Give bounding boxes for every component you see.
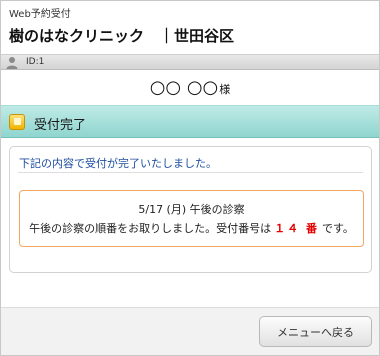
appointment-date: 5/17 (月) 午後の診察 [138, 203, 245, 216]
completion-message: 下記の内容で受付が完了いたしました。 [19, 157, 217, 170]
section-title: 受付完了 [34, 118, 87, 133]
footer: メニューへ戻る [1, 307, 379, 355]
patient-name-text: ○○ ○○ [149, 77, 219, 98]
divider [18, 172, 363, 173]
package-icon [9, 114, 25, 130]
ticket-line: 午後の診察の順番をお取りしました。受付番号は １４ 番です。 [20, 220, 363, 236]
back-to-menu-button[interactable]: メニューへ戻る [259, 316, 372, 347]
app-frame: Web予約受付 樹のはなクリニック ｜世田谷区 ID:1 ○○ ○○様 受付完了… [0, 0, 380, 356]
ticket-number-value: １４ [274, 222, 301, 235]
user-id: ID:1 [26, 57, 45, 67]
ticket-number: １４ 番 [274, 222, 319, 235]
suffix-text: です。 [321, 222, 354, 235]
service-name: Web予約受付 [9, 9, 71, 20]
section-header: 受付完了 [1, 105, 379, 138]
order-text: 午後の診察の順番をお取りしました。受付番号は [29, 222, 272, 235]
user-bar: ID:1 [1, 54, 379, 70]
header: Web予約受付 樹のはなクリニック ｜世田谷区 [1, 1, 379, 54]
user-icon [6, 57, 18, 69]
ticket-number-unit: 番 [305, 222, 319, 235]
result-card: 下記の内容で受付が完了いたしました。 5/17 (月) 午後の診察 午後の診察の… [9, 146, 372, 273]
clinic-name: 樹のはなクリニック ｜世田谷区 [9, 27, 235, 45]
patient-name: ○○ ○○様 [1, 77, 379, 98]
reservation-info-box: 5/17 (月) 午後の診察 午後の診察の順番をお取りしました。受付番号は １４ … [19, 190, 364, 247]
honorific-suffix: 様 [219, 83, 231, 96]
